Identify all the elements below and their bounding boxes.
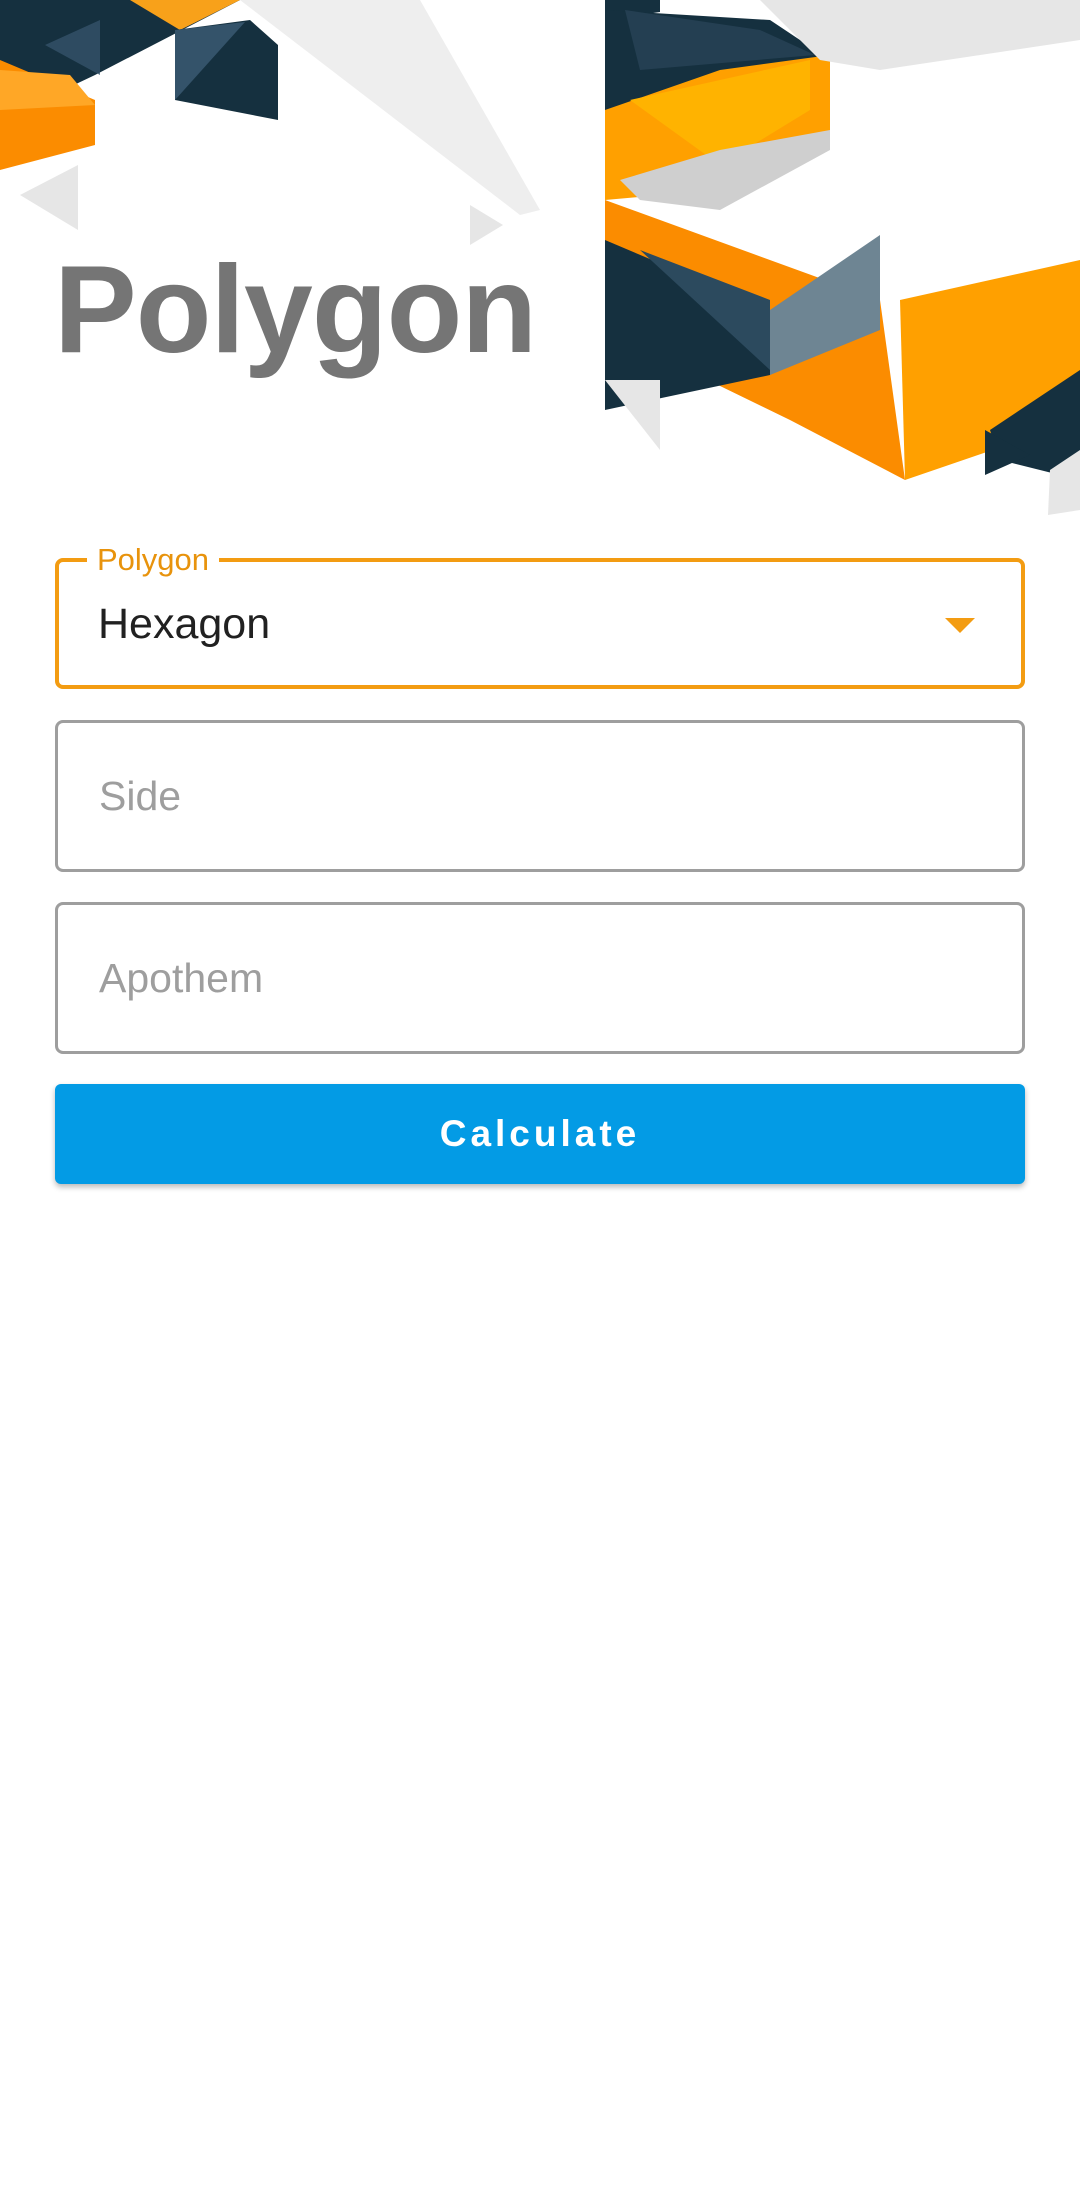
app-screen: Polygon Polygon Hexagon Calculate bbox=[0, 0, 1080, 2200]
apothem-input[interactable] bbox=[58, 905, 1022, 1051]
apothem-field[interactable] bbox=[55, 902, 1025, 1054]
side-input[interactable] bbox=[58, 723, 1022, 869]
page-title: Polygon bbox=[54, 241, 537, 379]
polygon-select-value: Hexagon bbox=[98, 600, 271, 648]
polygon-select[interactable]: Polygon Hexagon bbox=[55, 540, 1025, 689]
calculate-button[interactable]: Calculate bbox=[55, 1084, 1025, 1184]
side-field[interactable] bbox=[55, 720, 1025, 872]
polygon-select-label: Polygon bbox=[87, 540, 220, 580]
dropdown-arrow-icon[interactable] bbox=[945, 618, 975, 633]
